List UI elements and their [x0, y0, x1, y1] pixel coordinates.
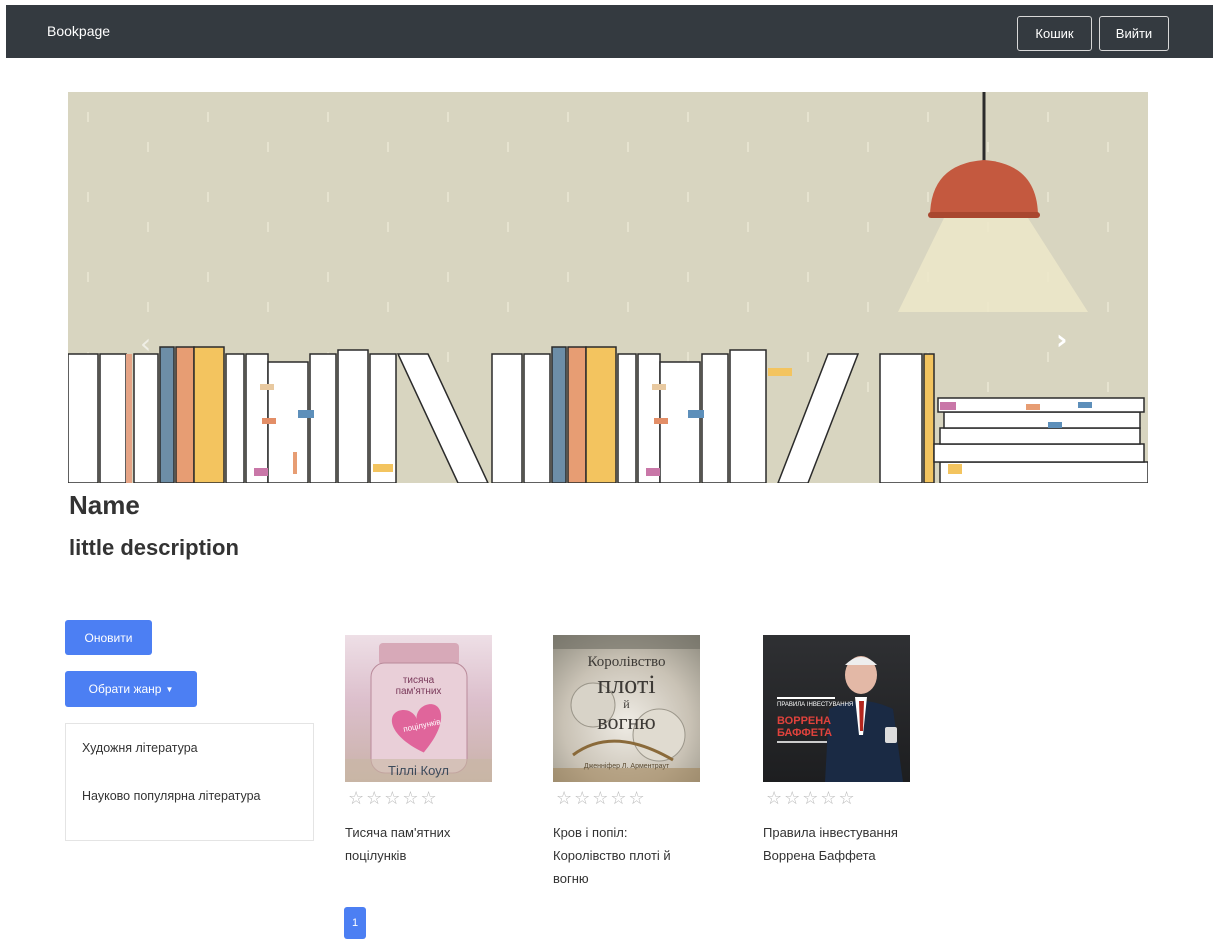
cover-author: Дженніфер Л. Арментраут: [583, 763, 670, 770]
book-cover[interactable]: тисяча пам'ятних поцілунків Тіллі Коул: [345, 635, 492, 782]
cover-title: Королівство: [587, 654, 666, 670]
cover-title: БАФФЕТА: [777, 727, 833, 739]
page-subtitle: little description: [69, 535, 239, 560]
navbar: Bookpage Кошик Вийти: [6, 5, 1213, 58]
rating-stars[interactable]: ☆☆☆☆☆: [348, 788, 493, 809]
hero-carousel: ‹ ›: [68, 92, 1148, 483]
cover-title: пам'ятних: [395, 686, 442, 697]
cover-title: ПРАВИЛА ІНВЕСТУВАННЯ: [777, 702, 854, 708]
genre-item[interactable]: Науково популярна література: [82, 786, 262, 806]
cover-title: ВОРРЕНА: [777, 715, 832, 727]
refresh-button[interactable]: Оновити: [65, 620, 152, 655]
cover-art: [345, 643, 492, 782]
cover-title: плоті: [597, 670, 656, 699]
rating-stars[interactable]: ☆☆☆☆☆: [556, 788, 701, 809]
book-card[interactable]: ПРАВИЛА ІНВЕСТУВАННЯ ВОРРЕНА БАФФЕТА ☆☆☆…: [763, 635, 911, 867]
chevron-right-icon[interactable]: ›: [1056, 326, 1068, 354]
genre-item[interactable]: Художня література: [82, 738, 198, 758]
pagination-page-button[interactable]: 1: [344, 907, 366, 939]
brand-link[interactable]: Bookpage: [47, 23, 110, 39]
cover-title: вогню: [597, 709, 656, 734]
book-cover[interactable]: ПРАВИЛА ІНВЕСТУВАННЯ ВОРРЕНА БАФФЕТА: [763, 635, 910, 782]
book-cover[interactable]: Королівство плоті й вогню Дженніфер Л. А…: [553, 635, 700, 782]
chevron-left-icon[interactable]: ‹: [140, 330, 151, 358]
book-card[interactable]: Королівство плоті й вогню Дженніфер Л. А…: [553, 635, 701, 890]
book-card[interactable]: тисяча пам'ятних поцілунків Тіллі Коул ☆…: [345, 635, 493, 867]
caret-down-icon: ▼: [165, 684, 174, 694]
cart-button[interactable]: Кошик: [1017, 16, 1092, 51]
genre-dropdown-menu: Художня література Науково популярна літ…: [65, 723, 314, 841]
book-title[interactable]: Кров і попіл: Королівство плоті й вогню: [553, 821, 703, 890]
book-title[interactable]: Правила інвестування Воррена Баффета: [763, 821, 913, 867]
genre-dropdown-label: Обрати жанр: [88, 682, 162, 696]
logout-button[interactable]: Вийти: [1099, 16, 1169, 51]
cover-title: й: [623, 697, 630, 711]
cover-author: Тіллі Коул: [388, 763, 449, 778]
genre-dropdown-button[interactable]: Обрати жанр ▼: [65, 671, 197, 707]
rating-stars[interactable]: ☆☆☆☆☆: [766, 788, 911, 809]
cover-title: тисяча: [402, 675, 435, 686]
carousel-image: [68, 92, 1148, 483]
book-title[interactable]: Тисяча пам'ятних поцілунків: [345, 821, 495, 867]
page-title: Name: [69, 490, 140, 520]
